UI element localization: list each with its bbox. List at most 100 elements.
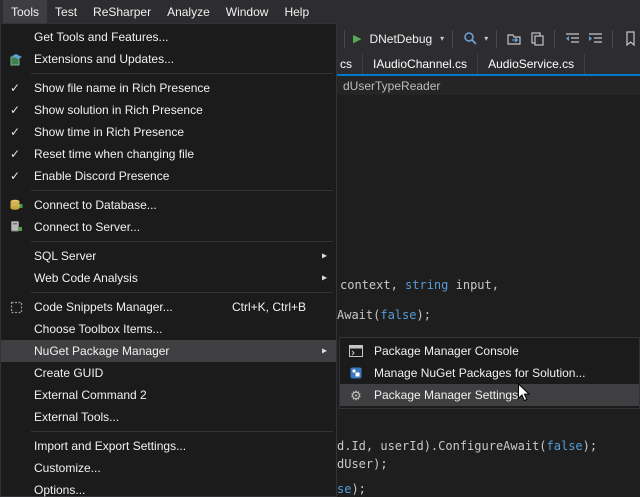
gear-icon: ⚙ xyxy=(348,387,364,403)
menu-bar: Tools Test ReSharper Analyze Window Help xyxy=(0,0,640,23)
menu-item-code-snippets-manager[interactable]: Code Snippets Manager... Ctrl+K, Ctrl+B xyxy=(1,296,336,318)
submenu-item-label: Package Manager Console xyxy=(374,344,519,358)
tab-iaudiochannel[interactable]: IAudioChannel.cs xyxy=(363,54,478,74)
code-line: dUser); xyxy=(337,457,388,471)
vs-window: Tools Test ReSharper Analyze Window Help… xyxy=(0,0,640,497)
toolbar-separator xyxy=(496,30,497,48)
checkmark-icon: ✓ xyxy=(10,81,20,95)
menu-item-nuget-package-manager[interactable]: NuGet Package Manager ▸ xyxy=(1,340,336,362)
submenu-arrow-icon: ▸ xyxy=(322,346,327,357)
menu-item-options[interactable]: Options... xyxy=(1,479,336,497)
menu-item-external-tools[interactable]: External Tools... xyxy=(1,406,336,428)
menu-item-label: Show file name in Rich Presence xyxy=(34,81,210,95)
menu-item-label: NuGet Package Manager xyxy=(34,344,169,358)
menu-item-label: Get Tools and Features... xyxy=(34,30,169,44)
menu-item-choose-toolbox-items[interactable]: Choose Toolbox Items... xyxy=(1,318,336,340)
checkmark-icon: ✓ xyxy=(10,147,20,161)
indent-decrease-icon[interactable] xyxy=(563,30,581,48)
menu-item-sql-server[interactable]: SQL Server ▸ xyxy=(1,245,336,267)
menu-item-label: Choose Toolbox Items... xyxy=(34,322,163,336)
code-line: context, string input, xyxy=(340,278,499,292)
submenu-item-manage-nuget-packages-solution[interactable]: Manage NuGet Packages for Solution... xyxy=(340,362,639,384)
bookmark-icon[interactable] xyxy=(621,30,639,48)
menu-separator xyxy=(31,431,333,432)
mouse-cursor xyxy=(517,383,531,408)
navbar-type-name: dUserTypeReader xyxy=(343,79,440,93)
submenu-arrow-icon: ▸ xyxy=(322,251,327,262)
menu-item-label: Show time in Rich Presence xyxy=(34,125,184,139)
menu-separator xyxy=(31,292,333,293)
menubar-item-analyze[interactable]: Analyze xyxy=(159,0,218,23)
menu-item-import-export-settings[interactable]: Import and Export Settings... xyxy=(1,435,336,457)
submenu-item-label: Manage NuGet Packages for Solution... xyxy=(374,366,585,380)
nuget-packages-icon xyxy=(348,365,364,381)
menu-item-label: Extensions and Updates... xyxy=(34,52,174,66)
menu-item-connect-to-server[interactable]: Connect to Server... xyxy=(1,216,336,238)
menubar-item-test[interactable]: Test xyxy=(47,0,85,23)
menu-item-label: Options... xyxy=(34,483,85,497)
start-debugging-icon[interactable]: ▶ xyxy=(353,32,361,45)
tab-audioservice[interactable]: AudioService.cs xyxy=(478,54,585,74)
menu-item-label: SQL Server xyxy=(34,249,96,263)
checkmark-icon: ✓ xyxy=(10,125,20,139)
menu-item-label: Show solution in Rich Presence xyxy=(34,103,203,117)
menu-item-customize[interactable]: Customize... xyxy=(1,457,336,479)
menu-item-external-command-2[interactable]: External Command 2 xyxy=(1,384,336,406)
menubar-item-window[interactable]: Window xyxy=(218,0,277,23)
menu-item-get-tools-and-features[interactable]: Get Tools and Features... xyxy=(1,26,336,48)
menu-item-reset-time-changing-file[interactable]: ✓ Reset time when changing file xyxy=(1,143,336,165)
submenu-arrow-icon: ▸ xyxy=(322,273,327,284)
code-line: se); xyxy=(337,482,366,496)
menu-item-label: Create GUID xyxy=(34,366,103,380)
menu-item-enable-discord-presence[interactable]: ✓ Enable Discord Presence xyxy=(1,165,336,187)
server-icon xyxy=(8,219,24,235)
menubar-item-help[interactable]: Help xyxy=(276,0,317,23)
menu-item-label: Connect to Server... xyxy=(34,220,140,234)
toolbar-separator xyxy=(612,30,613,48)
submenu-item-package-manager-settings[interactable]: ⚙ Package Manager Settings xyxy=(340,384,639,406)
code-line: Await(false); xyxy=(337,308,431,322)
toolbar-separator xyxy=(452,30,453,48)
menu-item-web-code-analysis[interactable]: Web Code Analysis ▸ xyxy=(1,267,336,289)
menu-item-label: Reset time when changing file xyxy=(34,147,194,161)
menu-item-label: Web Code Analysis xyxy=(34,271,138,285)
menu-item-label: External Command 2 xyxy=(34,388,147,402)
nuget-submenu: Package Manager Console Manage NuGet Pac… xyxy=(339,337,640,409)
toolbar-separator xyxy=(554,30,555,48)
indent-increase-icon[interactable] xyxy=(586,30,604,48)
code-line: d.Id, userId).ConfigureAwait(false); xyxy=(337,439,597,453)
menu-item-label: Import and Export Settings... xyxy=(34,439,186,453)
menu-separator xyxy=(31,241,333,242)
attach-caret-icon[interactable]: ▾ xyxy=(484,34,488,43)
console-icon xyxy=(348,343,364,359)
tab-clipped-document[interactable]: cs xyxy=(337,54,363,74)
extensions-icon xyxy=(8,51,24,67)
menu-item-label: External Tools... xyxy=(34,410,119,424)
menubar-item-tools[interactable]: Tools xyxy=(3,0,47,23)
menu-item-label: Connect to Database... xyxy=(34,198,157,212)
menu-separator xyxy=(31,190,333,191)
menu-item-extensions-and-updates[interactable]: Extensions and Updates... xyxy=(1,48,336,70)
attach-to-process-icon[interactable] xyxy=(461,30,479,48)
menubar-item-resharper[interactable]: ReSharper xyxy=(85,0,159,23)
menu-item-label: Enable Discord Presence xyxy=(34,169,169,183)
folder-arrow-icon[interactable] xyxy=(505,30,523,48)
menu-item-connect-to-database[interactable]: Connect to Database... xyxy=(1,194,336,216)
menu-item-create-guid[interactable]: Create GUID xyxy=(1,362,336,384)
menu-item-label: Code Snippets Manager... xyxy=(34,300,173,314)
checkmark-icon: ✓ xyxy=(10,169,20,183)
submenu-item-label: Package Manager Settings xyxy=(374,388,518,402)
checkmark-icon: ✓ xyxy=(10,103,20,117)
toolbar-separator xyxy=(344,30,345,48)
debug-target-label[interactable]: DNetDebug xyxy=(369,32,432,46)
debug-target-caret-icon[interactable]: ▾ xyxy=(440,34,444,43)
snippets-icon xyxy=(8,299,24,315)
menu-item-show-file-name-rich-presence[interactable]: ✓ Show file name in Rich Presence xyxy=(1,77,336,99)
menu-item-show-solution-rich-presence[interactable]: ✓ Show solution in Rich Presence xyxy=(1,99,336,121)
submenu-item-package-manager-console[interactable]: Package Manager Console xyxy=(340,340,639,362)
menu-item-show-time-rich-presence[interactable]: ✓ Show time in Rich Presence xyxy=(1,121,336,143)
menu-item-shortcut: Ctrl+K, Ctrl+B xyxy=(232,300,328,314)
menu-item-label: Customize... xyxy=(34,461,101,475)
navigation-bar[interactable]: dUserTypeReader xyxy=(337,76,640,95)
documents-icon[interactable] xyxy=(528,30,546,48)
